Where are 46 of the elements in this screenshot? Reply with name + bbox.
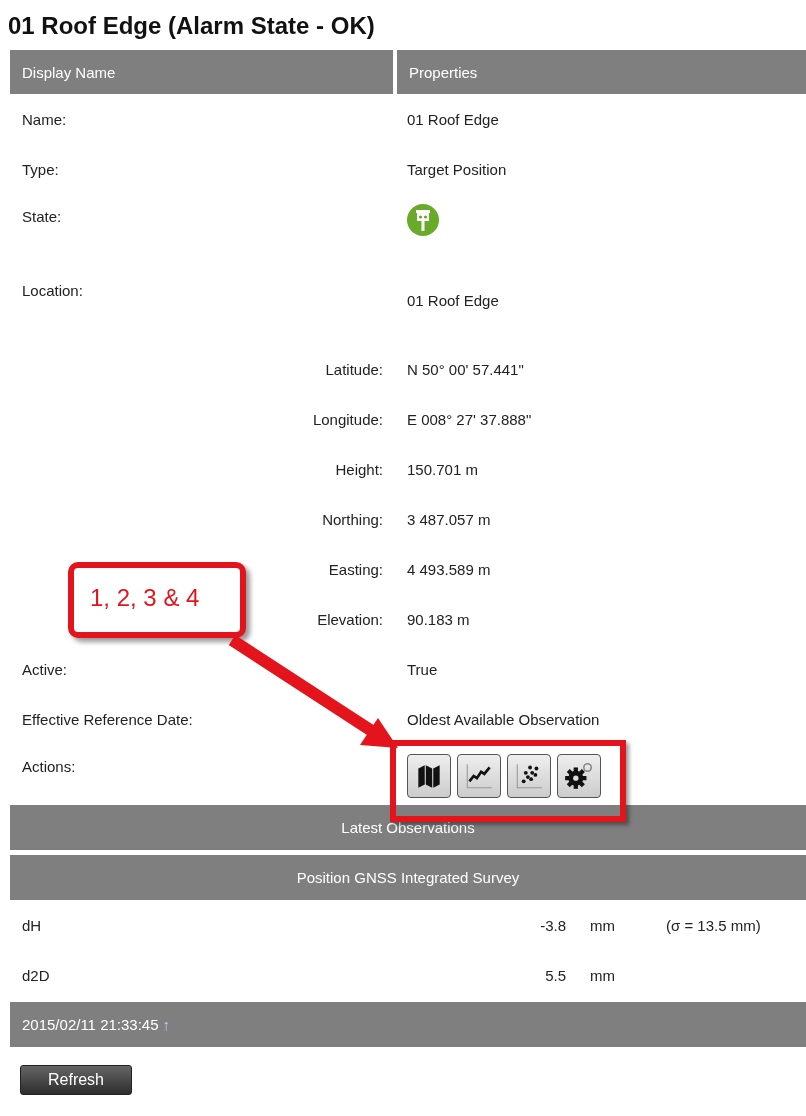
property-value: True — [407, 660, 438, 678]
property-label: Effective Reference Date: — [22, 710, 193, 728]
trend-arrow: ↑ — [162, 1016, 171, 1033]
property-value: 90.183 m — [407, 610, 470, 628]
property-label: Height: — [335, 460, 383, 478]
property-value: Target Position — [407, 160, 507, 178]
property-value: E 008° 27' 37.888" — [407, 410, 532, 428]
property-label: Name: — [22, 110, 67, 128]
observation-unit: mm — [589, 916, 616, 934]
property-label: Active: — [22, 660, 67, 678]
scatter-plot-button[interactable] — [507, 754, 551, 798]
observation-value: 5.5 — [544, 966, 567, 984]
observation-name: d2D — [21, 966, 51, 984]
line-chart-button[interactable] — [457, 754, 501, 798]
timestamp: 2015/02/11 21:33:45 — [22, 1016, 159, 1033]
column-header: Display Name — [10, 50, 393, 94]
refresh-button[interactable]: Refresh — [20, 1065, 132, 1095]
property-label: Location: — [22, 282, 83, 299]
property-label: Northing: — [322, 510, 383, 528]
property-value: 01 Roof Edge — [407, 110, 499, 128]
property-label: Longitude: — [312, 410, 383, 428]
property-label: State: — [22, 208, 62, 225]
property-label: Easting: — [328, 560, 383, 578]
survey-marker-icon — [407, 204, 439, 236]
settings-icon — [563, 760, 595, 792]
property-value: 3 487.057 m — [407, 510, 491, 528]
property-value: N 50° 00' 57.441" — [407, 360, 524, 378]
map-button[interactable] — [407, 754, 451, 798]
callout-label: 1, 2, 3 & 4 — [68, 562, 246, 638]
observation-name: dH — [21, 916, 43, 934]
property-value: 01 Roof Edge — [407, 292, 499, 309]
page-title: 01 Roof Edge (Alarm State - OK) — [7, 11, 376, 41]
observation-unit: mm — [589, 966, 616, 984]
property-value: Oldest Available Observation — [407, 710, 600, 728]
section-header: Latest Observations — [10, 805, 806, 850]
property-label: Latitude: — [325, 360, 383, 378]
property-label: Actions: — [22, 758, 76, 775]
observation-value: -3.8 — [539, 916, 567, 934]
property-value: 150.701 m — [407, 460, 478, 478]
observation-sigma: (σ = 13.5 mm) — [666, 916, 761, 934]
property-label: Type: — [22, 160, 59, 178]
section-header: Position GNSS Integrated Survey — [10, 855, 806, 900]
property-label: Elevation: — [317, 610, 383, 628]
column-header: Properties — [397, 50, 806, 94]
property-value: 4 493.589 m — [407, 560, 491, 578]
settings-button[interactable] — [557, 754, 601, 798]
